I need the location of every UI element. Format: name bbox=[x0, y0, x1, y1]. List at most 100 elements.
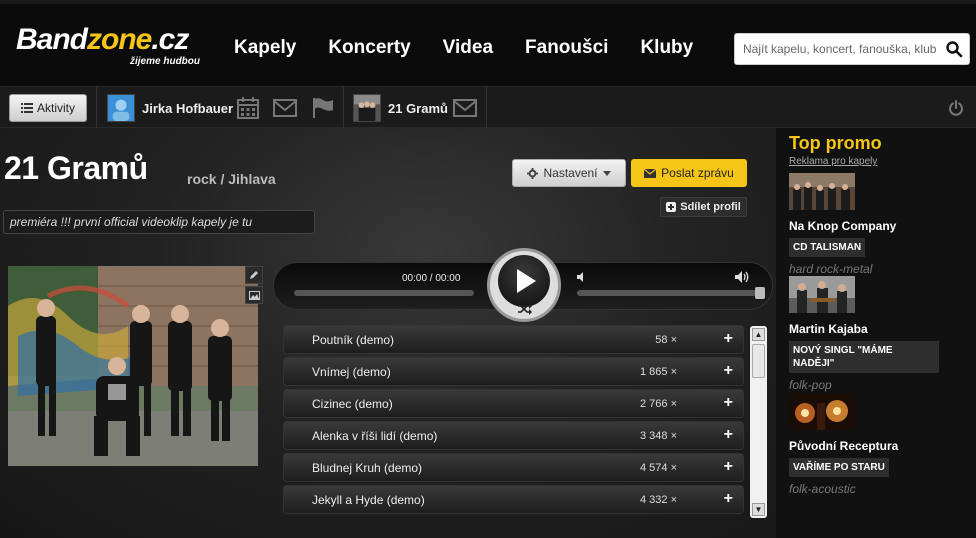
track-play-count: 4 574 × bbox=[639, 462, 677, 474]
page-title: 21 Gramů bbox=[4, 150, 148, 186]
calendar-icon[interactable] bbox=[236, 97, 260, 119]
edit-photo-button[interactable] bbox=[245, 266, 263, 284]
promo-item[interactable]: Původní Receptura VAŘÍME PO STARU folk-a… bbox=[789, 393, 959, 496]
settings-label: Nastavení bbox=[543, 166, 598, 180]
track-row[interactable]: Cizinec (demo) 2 766 × + bbox=[283, 389, 744, 418]
track-row[interactable]: Vnímej (demo) 1 865 × + bbox=[283, 357, 744, 386]
track-name: Alenka v říši lidí (demo) bbox=[312, 429, 438, 443]
volume-low-icon[interactable] bbox=[577, 272, 587, 282]
flag-icon[interactable] bbox=[311, 97, 335, 119]
gear-icon bbox=[527, 167, 539, 179]
promo-name: Původní Receptura bbox=[789, 439, 899, 453]
tracklist-scrollbar[interactable]: ▲ ▼ bbox=[750, 326, 767, 518]
search-box bbox=[734, 33, 970, 65]
volume-high-icon[interactable] bbox=[735, 271, 751, 283]
band-mail-icon[interactable] bbox=[453, 97, 477, 119]
shuffle-icon[interactable] bbox=[518, 303, 532, 315]
toolbar-divider bbox=[343, 87, 344, 129]
band-name: 21 Gramů bbox=[388, 100, 448, 116]
promo-genre: folk-pop bbox=[789, 378, 832, 392]
user-name: Jirka Hofbauer bbox=[142, 100, 234, 116]
add-to-playlist-icon[interactable]: + bbox=[724, 394, 733, 412]
nav-kapely[interactable]: Kapely bbox=[234, 37, 296, 59]
photo-tools bbox=[245, 266, 265, 310]
promo-title: Top promo bbox=[789, 133, 882, 153]
volume-handle[interactable] bbox=[755, 287, 765, 299]
promo-name: Na Knop Company bbox=[789, 219, 897, 233]
logo-zone: zone bbox=[87, 23, 152, 56]
plus-square-icon bbox=[666, 202, 677, 212]
activity-button[interactable]: Aktivity bbox=[9, 94, 87, 122]
track-name: Bludnej Kruh (demo) bbox=[312, 461, 423, 475]
nav-koncerty[interactable]: Koncerty bbox=[328, 37, 410, 59]
mail-icon[interactable] bbox=[273, 97, 297, 119]
scroll-up-arrow-icon[interactable]: ▲ bbox=[752, 328, 765, 341]
track-row[interactable]: Jekyll a Hyde (demo) 4 332 × + bbox=[283, 485, 744, 514]
list-icon bbox=[20, 103, 33, 113]
band-photo[interactable] bbox=[8, 266, 258, 466]
promo-thumbnail bbox=[789, 393, 855, 430]
track-name: Jekyll a Hyde (demo) bbox=[312, 493, 425, 507]
user-toolbar: Aktivity Jirka Hofbauer 21 Gramů bbox=[0, 86, 976, 129]
chevron-down-icon bbox=[602, 170, 611, 176]
send-message-button[interactable]: Poslat zprávu bbox=[631, 159, 747, 187]
band-status: premiéra !!! první official videoklip ka… bbox=[3, 210, 315, 234]
promo-name: Martin Kajaba bbox=[789, 322, 868, 336]
promo-tag: VAŘÍME PO STARU bbox=[789, 458, 889, 477]
band-genre: rock / Jihlava bbox=[187, 171, 276, 187]
top-header: Bandzone.cz žijeme hudbou Kapely Koncert… bbox=[0, 0, 976, 86]
add-to-playlist-icon[interactable]: + bbox=[724, 490, 733, 508]
add-to-playlist-icon[interactable]: + bbox=[724, 362, 733, 380]
track-row[interactable]: Poutník (demo) 58 × + bbox=[283, 325, 744, 354]
toolbar-divider bbox=[96, 87, 97, 129]
volume-slider[interactable] bbox=[577, 287, 765, 299]
main-nav: Kapely Koncerty Videa Fanoušci Kluby bbox=[234, 37, 725, 59]
bandzone-logo[interactable]: Bandzone.cz žijeme hudbou bbox=[16, 23, 200, 74]
play-button[interactable] bbox=[487, 248, 561, 322]
share-profile-label: Sdílet profil bbox=[680, 201, 741, 213]
track-name: Cizinec (demo) bbox=[312, 397, 393, 411]
logo-band: Band bbox=[16, 23, 88, 56]
scroll-down-arrow-icon[interactable]: ▼ bbox=[752, 503, 765, 516]
add-to-playlist-icon[interactable]: + bbox=[724, 330, 733, 348]
user-profile-link[interactable]: Jirka Hofbauer bbox=[107, 94, 233, 122]
logo-domain: .cz bbox=[151, 23, 189, 56]
ad-link[interactable]: Reklama pro kapely bbox=[789, 156, 877, 167]
scrollbar-thumb[interactable] bbox=[752, 344, 765, 378]
band-profile-link[interactable]: 21 Gramů bbox=[353, 94, 448, 122]
search-input[interactable] bbox=[735, 34, 941, 64]
promo-tag: CD TALISMAN bbox=[789, 238, 866, 257]
track-name: Poutník (demo) bbox=[312, 333, 395, 347]
player-time: 00:00 / 00:00 bbox=[402, 273, 461, 284]
promo-item[interactable]: Martin Kajaba NOVÝ SINGL "MÁME NADĚJI" f… bbox=[789, 276, 959, 392]
add-to-playlist-icon[interactable]: + bbox=[724, 458, 733, 476]
promo-tag: NOVÝ SINGL "MÁME NADĚJI" bbox=[789, 341, 939, 373]
track-row[interactable]: Alenka v říši lidí (demo) 3 348 × + bbox=[283, 421, 744, 450]
send-message-label: Poslat zprávu bbox=[661, 166, 734, 180]
nav-fanousci[interactable]: Fanoušci bbox=[525, 37, 608, 59]
track-list: Poutník (demo) 58 × + Vnímej (demo) 1 86… bbox=[283, 325, 744, 517]
logo-tagline: žijeme hudbou bbox=[130, 56, 200, 67]
search-icon[interactable] bbox=[945, 40, 963, 58]
pencil-icon bbox=[250, 271, 258, 279]
user-avatar bbox=[107, 94, 135, 122]
power-icon[interactable] bbox=[948, 100, 964, 116]
track-play-count: 4 332 × bbox=[639, 494, 677, 506]
progress-bar[interactable] bbox=[294, 290, 474, 296]
add-to-playlist-icon[interactable]: + bbox=[724, 426, 733, 444]
promo-genre: folk-acoustic bbox=[789, 482, 856, 496]
track-play-count: 3 348 × bbox=[639, 430, 677, 442]
settings-button[interactable]: Nastavení bbox=[512, 159, 626, 187]
promo-thumbnail bbox=[789, 276, 855, 313]
nav-kluby[interactable]: Kluby bbox=[640, 37, 693, 59]
band-avatar bbox=[353, 94, 381, 122]
gallery-button[interactable] bbox=[245, 286, 263, 304]
track-row[interactable]: Bludnej Kruh (demo) 4 574 × + bbox=[283, 453, 744, 482]
share-profile-button[interactable]: Sdílet profil bbox=[660, 197, 747, 217]
nav-videa[interactable]: Videa bbox=[443, 37, 493, 59]
track-play-count: 1 865 × bbox=[639, 366, 677, 378]
promo-genre: hard rock-metal bbox=[789, 262, 873, 276]
toolbar-divider bbox=[486, 87, 487, 129]
envelope-icon bbox=[644, 168, 657, 178]
promo-item[interactable]: Na Knop Company CD TALISMAN hard rock-me… bbox=[789, 173, 959, 276]
